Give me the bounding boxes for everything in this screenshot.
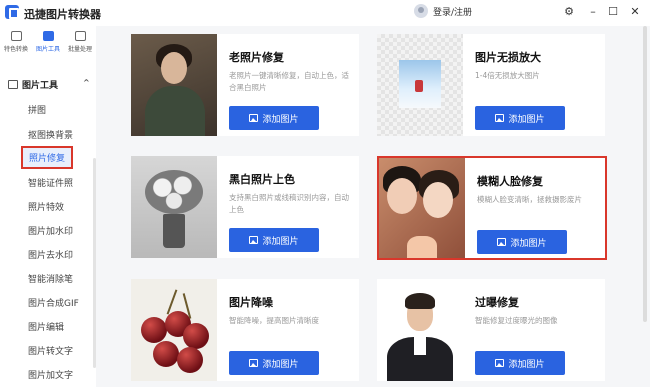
image-icon [249, 114, 259, 122]
login-label: 登录/注册 [433, 7, 473, 18]
avatar-icon [414, 4, 428, 18]
image-icon [249, 236, 259, 244]
sidebar-item-eraser[interactable]: 智能消除笔 [28, 272, 73, 285]
card-thumbnail [377, 279, 463, 381]
card-title: 老照片修复 [229, 51, 284, 64]
close-icon[interactable]: ✕ [628, 5, 642, 18]
tab-label: 图片工具 [35, 46, 60, 53]
card-description: 支持黑白照片或线稿识别内容，自动上色 [229, 193, 349, 214]
add-image-button[interactable]: 添加图片 [229, 228, 319, 252]
card-face-repair: 模糊人脸修复 模糊人脸变清晰，拯救摄影废片 添加图片 [377, 156, 607, 260]
sidebar-item-id-photo[interactable]: 智能证件照 [28, 176, 73, 189]
settings-icon[interactable]: ⚙ [562, 5, 576, 18]
card-thumbnail [131, 279, 217, 381]
card-thumbnail [131, 156, 217, 258]
image-icon [495, 359, 505, 367]
image-icon [497, 238, 507, 246]
login-button[interactable]: 登录/注册 [414, 4, 472, 18]
card-colorize: 黑白照片上色 支持黑白照片或线稿识别内容，自动上色 添加图片 [131, 156, 359, 258]
sidebar: 图片工具 ^ 拼图 抠图换背景 照片修复 智能证件照 照片特效 图片加水印 图片… [0, 58, 96, 387]
sidebar-item-photo-repair[interactable]: 照片修复 [21, 146, 74, 169]
minimize-icon[interactable]: – [586, 5, 600, 18]
card-title: 模糊人脸修复 [477, 175, 543, 188]
tab-image-tools[interactable]: 图片工具 [32, 26, 64, 58]
add-image-label: 添加图片 [508, 359, 545, 370]
app-title: 迅捷图片转换器 [24, 8, 101, 21]
maximize-icon[interactable]: ☐ [606, 5, 620, 18]
add-image-label: 添加图片 [508, 114, 545, 125]
sidebar-item-add-text[interactable]: 图片加文字 [28, 368, 73, 381]
app-logo-icon [5, 5, 19, 19]
card-denoise: 图片降噪 智能降噪，提高图片清晰度 添加图片 [131, 279, 359, 381]
mode-tabs: 特色转换 图片工具 批量处理 [0, 26, 96, 58]
add-image-label: 添加图片 [262, 114, 299, 125]
title-bar: 迅捷图片转换器 登录/注册 ⚙ – ☐ ✕ [0, 0, 650, 26]
sidebar-item-ocr[interactable]: 图片转文字 [28, 344, 73, 357]
image-icon [249, 359, 259, 367]
add-image-label: 添加图片 [262, 359, 299, 370]
sidebar-section-header[interactable]: 图片工具 ^ [8, 78, 90, 91]
sidebar-item-add-watermark[interactable]: 图片加水印 [28, 224, 73, 237]
add-image-button[interactable]: 添加图片 [475, 106, 565, 130]
add-image-button[interactable]: 添加图片 [475, 351, 565, 375]
sidebar-item-gif[interactable]: 图片合成GIF [28, 296, 79, 309]
card-title: 过曝修复 [475, 296, 519, 309]
add-image-button[interactable]: 添加图片 [477, 230, 567, 254]
card-thumbnail [131, 34, 217, 136]
card-title: 图片无损放大 [475, 51, 541, 64]
card-old-photo-repair: 老照片修复 老照片一键清晰修复，自动上色，适合黑白照片 添加图片 [131, 34, 359, 136]
card-description: 1-4倍无损放大图片 [475, 71, 540, 80]
tab-label: 批量处理 [67, 46, 92, 53]
add-image-label: 添加图片 [510, 238, 547, 249]
tools-icon [42, 31, 54, 41]
sidebar-item-cutout[interactable]: 抠图换背景 [28, 128, 73, 141]
sidebar-item-puzzle[interactable]: 拼图 [28, 103, 46, 116]
card-description: 模糊人脸变清晰，拯救摄影废片 [477, 195, 582, 204]
sidebar-item-edit[interactable]: 图片编辑 [28, 320, 64, 333]
main-scrollbar[interactable] [643, 26, 647, 322]
chevron-up-icon: ^ [83, 78, 90, 87]
sidebar-item-effects[interactable]: 照片特效 [28, 200, 64, 213]
card-title: 图片降噪 [229, 296, 273, 309]
card-title: 黑白照片上色 [229, 173, 295, 186]
convert-icon [10, 31, 22, 41]
sidebar-section-label: 图片工具 [22, 81, 59, 91]
batch-icon [74, 31, 86, 41]
tab-feature-convert[interactable]: 特色转换 [0, 26, 32, 58]
sidebar-item-remove-watermark[interactable]: 图片去水印 [28, 248, 73, 261]
add-image-button[interactable]: 添加图片 [229, 106, 319, 130]
image-icon [495, 114, 505, 122]
add-image-button[interactable]: 添加图片 [229, 351, 319, 375]
add-image-label: 添加图片 [262, 236, 299, 247]
card-thumbnail [377, 34, 463, 136]
image-tools-icon [8, 80, 18, 89]
card-thumbnail [379, 158, 465, 258]
tab-label: 特色转换 [3, 46, 28, 53]
card-description: 老照片一键清晰修复，自动上色，适合黑白照片 [229, 71, 349, 92]
card-description: 智能修复过度曝光的图像 [475, 316, 558, 325]
tab-batch[interactable]: 批量处理 [64, 26, 96, 58]
card-description: 智能降噪，提高图片清晰度 [229, 316, 319, 325]
card-lossless-upscale: 图片无损放大 1-4倍无损放大图片 添加图片 [377, 34, 605, 136]
card-overexposure-repair: 过曝修复 智能修复过度曝光的图像 添加图片 [377, 279, 605, 381]
